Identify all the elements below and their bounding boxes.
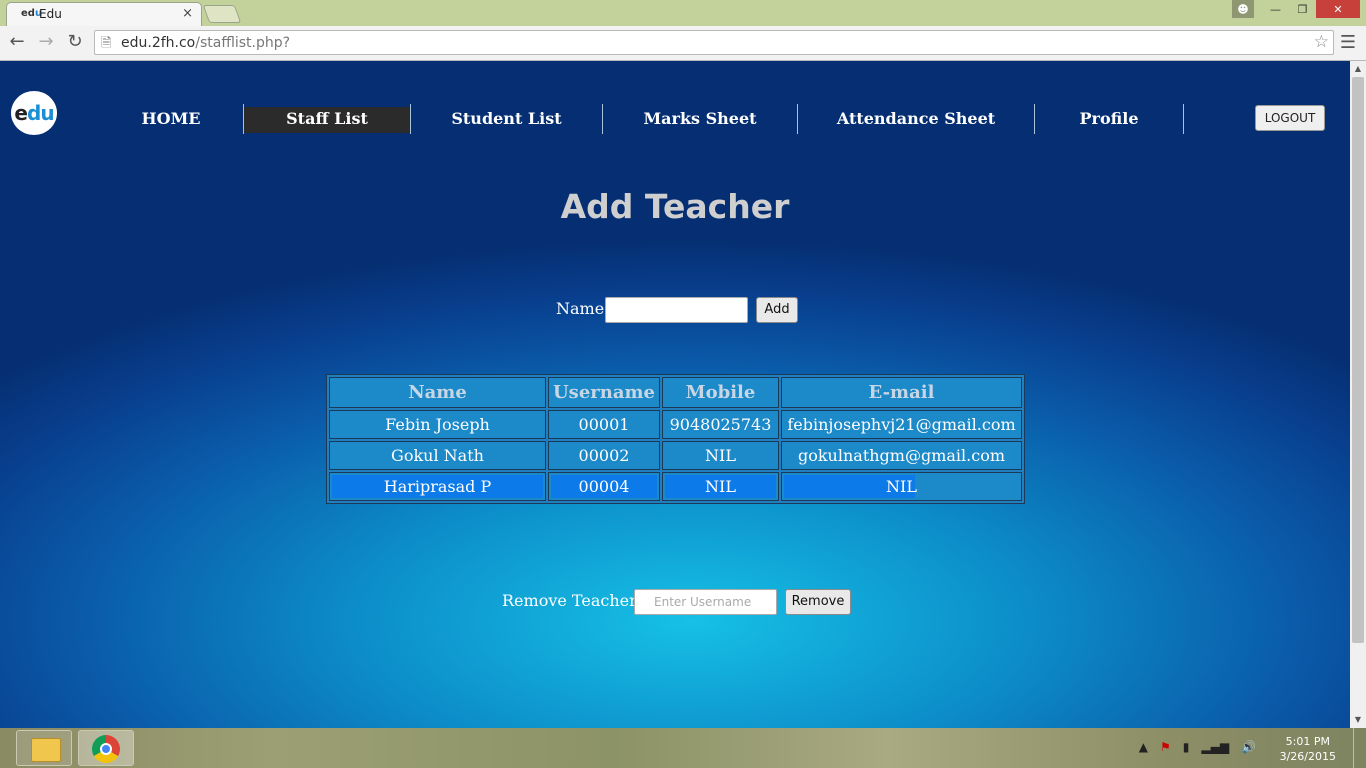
close-window-icon[interactable]: ✕: [1316, 0, 1360, 18]
file-explorer-button[interactable]: [16, 730, 72, 766]
table-header-username: Username: [548, 377, 660, 408]
tab-title: Edu: [39, 7, 62, 21]
user-profile-icon[interactable]: ☻: [1232, 0, 1254, 18]
name-label: Name: [556, 299, 605, 318]
remove-button[interactable]: Remove: [785, 589, 851, 615]
nav-divider: [1183, 104, 1184, 134]
forward-arrow-icon[interactable]: →: [35, 32, 57, 52]
chrome-icon: [92, 735, 120, 763]
minimize-icon[interactable]: —: [1262, 0, 1289, 18]
remove-username-input[interactable]: Enter Username: [634, 589, 777, 615]
nav-home[interactable]: HOME: [130, 107, 212, 133]
table-cell-email: NIL: [886, 477, 917, 496]
table-cell-email: gokulnathgm@gmail.com: [781, 441, 1022, 470]
scrollbar-thumb[interactable]: [1352, 77, 1364, 643]
page-icon: 🗎: [101, 36, 112, 51]
restore-icon[interactable]: ❐: [1289, 0, 1316, 18]
table-cell-username-cell: 00004: [548, 472, 660, 501]
table-cell-name: Febin Joseph: [329, 410, 546, 439]
network-signal-icon[interactable]: ▂▄▆: [1201, 740, 1229, 754]
volume-icon[interactable]: 🔊: [1241, 740, 1256, 754]
nav-staff-list[interactable]: Staff List: [244, 107, 410, 133]
table-header-email: E-mail: [781, 377, 1022, 408]
page-title: Add Teacher: [560, 187, 790, 226]
url-host: edu.2fh.co: [121, 35, 196, 51]
name-input[interactable]: [605, 297, 748, 323]
system-tray: ▲ ⚑ ▮ ▂▄▆ 🔊: [1139, 740, 1256, 754]
nav-profile[interactable]: Profile: [1035, 107, 1183, 133]
nav-marks-sheet[interactable]: Marks Sheet: [603, 107, 797, 133]
table-cell-username: 00002: [548, 441, 660, 470]
page-body: e du HOME Staff List Student List Marks S…: [0, 61, 1350, 728]
table-cell-username: 00004: [578, 477, 630, 496]
browser-tab[interactable]: edu Edu ×: [6, 2, 202, 26]
logo-e: e: [14, 101, 28, 125]
logo-u: du: [27, 101, 55, 125]
show-desktop-button[interactable]: [1353, 728, 1366, 768]
url-text: edu.2fh.co/stafflist.php?: [121, 35, 290, 51]
back-arrow-icon[interactable]: ←: [6, 32, 28, 52]
scroll-up-icon[interactable]: ▲: [1350, 61, 1366, 77]
table-cell-email-cell: NIL: [781, 472, 1022, 501]
window-controls: ☻ — ❐ ✕: [1232, 0, 1360, 20]
browser-tabstrip: edu Edu × ☻ — ❐ ✕: [0, 0, 1366, 26]
page-scrollbar[interactable]: ▲ ▼: [1350, 61, 1366, 728]
table-cell-name: Hariprasad P: [383, 477, 492, 496]
edu-logo[interactable]: e du: [11, 91, 57, 135]
table-cell-name: Gokul Nath: [329, 441, 546, 470]
table-cell-mobile: 9048025743: [662, 410, 779, 439]
scroll-down-icon[interactable]: ▼: [1350, 712, 1366, 728]
table-row-selected: Hariprasad P: [329, 472, 546, 501]
table-cell-mobile-cell: NIL: [662, 472, 779, 501]
table-header-mobile: Mobile: [662, 377, 779, 408]
add-button[interactable]: Add: [756, 297, 798, 323]
table-cell-username: 00001: [548, 410, 660, 439]
nav-attendance-sheet[interactable]: Attendance Sheet: [798, 107, 1034, 133]
table-header-name: Name: [329, 377, 546, 408]
logout-button[interactable]: LOGOUT: [1255, 105, 1325, 131]
chrome-taskbar-button[interactable]: [78, 730, 134, 766]
folder-icon: [31, 738, 61, 762]
table-cell-email: febinjosephvj21@gmail.com: [781, 410, 1022, 439]
bookmark-star-icon[interactable]: ☆: [1314, 32, 1329, 52]
table-cell-mobile: NIL: [705, 477, 736, 496]
new-tab-button[interactable]: [202, 5, 242, 23]
browser-menu-icon[interactable]: ☰: [1340, 32, 1356, 53]
reload-icon[interactable]: ↻: [64, 32, 86, 52]
nav-student-list[interactable]: Student List: [411, 107, 602, 133]
show-hidden-icons-icon[interactable]: ▲: [1139, 740, 1148, 754]
action-center-flag-icon[interactable]: ⚑: [1160, 740, 1171, 754]
tab-close-icon[interactable]: ×: [182, 6, 193, 21]
battery-icon[interactable]: ▮: [1183, 740, 1190, 754]
address-bar[interactable]: 🗎 edu.2fh.co/stafflist.php? ☆: [94, 30, 1334, 55]
table-cell-mobile: NIL: [662, 441, 779, 470]
browser-toolbar: ← → ↻ 🗎 edu.2fh.co/stafflist.php? ☆ ☰: [0, 26, 1366, 61]
clock-date: 3/26/2015: [1279, 750, 1336, 763]
url-path: /stafflist.php?: [195, 35, 291, 51]
clock-time: 5:01 PM: [1285, 735, 1330, 748]
windows-taskbar: ▲ ⚑ ▮ ▂▄▆ 🔊 5:01 PM 3/26/2015: [0, 728, 1366, 768]
remove-teacher-label: Remove Teacher: [502, 591, 637, 610]
staff-table: Name Username Mobile E-mail Febin Joseph…: [326, 374, 1025, 504]
taskbar-clock[interactable]: 5:01 PM 3/26/2015: [1280, 734, 1336, 764]
